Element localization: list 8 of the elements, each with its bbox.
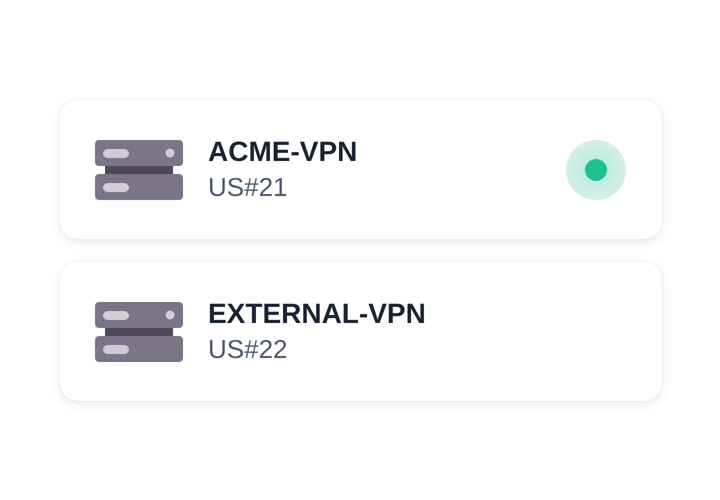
- server-icon: [95, 302, 183, 362]
- server-icon: [95, 140, 183, 200]
- server-card[interactable]: ACME-VPN US#21: [60, 100, 662, 239]
- server-card[interactable]: EXTERNAL-VPN US#22: [60, 262, 662, 401]
- server-location: US#21: [208, 171, 288, 204]
- server-location: US#22: [208, 333, 288, 366]
- server-name: ACME-VPN: [208, 135, 358, 170]
- server-name: EXTERNAL-VPN: [208, 297, 427, 332]
